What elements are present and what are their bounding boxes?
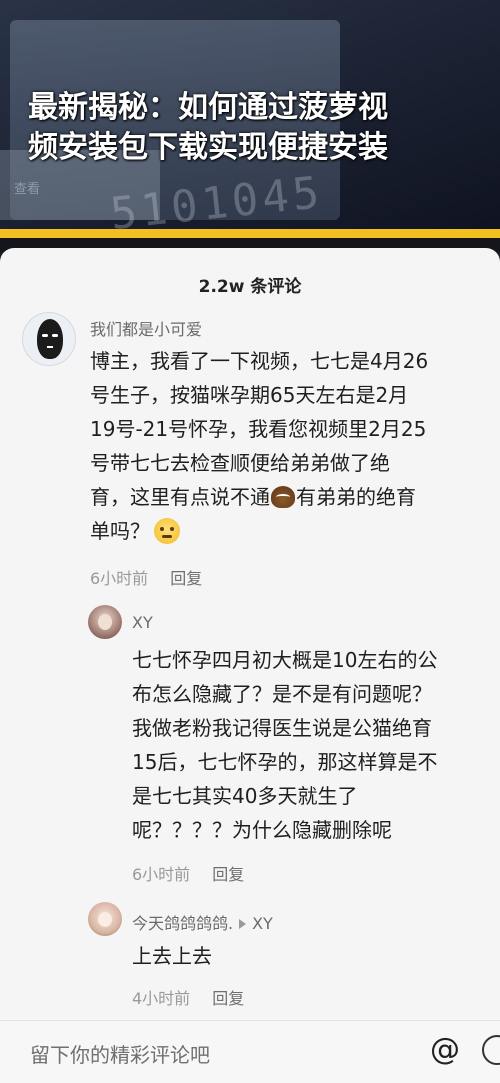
at-mention-icon[interactable]: @ <box>428 1033 462 1067</box>
reply-button[interactable]: 回复 <box>170 569 202 588</box>
reply-arrow-icon <box>239 919 247 929</box>
mask-face-icon <box>37 319 63 359</box>
video-banner: 查看 5101045 最新揭秘：如何通过菠萝视 频安装包下载实现便捷安装 <box>0 0 500 236</box>
comment-username[interactable]: XY <box>132 613 153 632</box>
comments-count-title: 2.2w 条评论 <box>198 277 302 297</box>
comment-line: 单吗？ <box>90 514 485 548</box>
comment-input[interactable]: 留下你的精彩评论吧 <box>30 1039 210 1068</box>
accent-strip <box>0 229 500 238</box>
comment-body[interactable]: 博主，我看了一下视频，七七是4月26 号生子，按猫咪孕期65天左右是2月 19号… <box>90 344 485 548</box>
blurred-view-label: 查看 <box>14 182 41 197</box>
comment-meta: 4小时前 回复 <box>132 985 244 1009</box>
comment-username[interactable]: 今天鸽鸽鸽鸽. <box>132 914 233 933</box>
comment-line: 19号-21号怀孕，我看您视频里2月25 <box>90 417 427 441</box>
comment-line: 布怎么隐藏了？是不是有问题呢？ <box>132 682 432 706</box>
thinking-emoji-icon <box>154 518 180 544</box>
headline-line-2: 频安装包下载实现便捷安装 <box>28 130 388 165</box>
reply-target-username[interactable]: XY <box>252 914 273 933</box>
comment-time: 6小时前 <box>132 865 191 884</box>
comment-text-segment: 有弟弟的绝育 <box>296 485 416 509</box>
headline-title: 最新揭秘：如何通过菠萝视 频安装包下载实现便捷安装 <box>28 88 488 168</box>
comment-meta: 6小时前 回复 <box>90 565 202 589</box>
comment-line: 七七怀孕四月初大概是10左右的公 <box>132 648 438 672</box>
comment-meta: 6小时前 回复 <box>132 861 244 885</box>
comment-line: 育，这里有点说不通 有弟弟的绝育 <box>90 480 485 514</box>
comment-line: 上去上去 <box>132 944 212 968</box>
user-face-icon <box>98 912 112 927</box>
comment-line: 号带七七去检查顺便给弟弟做了绝 <box>90 451 390 475</box>
comment-line: 15后，七七怀孕的，那这样算是不 <box>132 750 438 774</box>
avatar[interactable] <box>88 605 122 639</box>
comment-line: 博主，我看了一下视频，七七是4月26 <box>90 349 429 373</box>
comment-text-segment: 育，这里有点说不通 <box>90 485 270 509</box>
reply-button[interactable]: 回复 <box>212 989 244 1008</box>
comment-line: 号生子，按猫咪孕期65天左右是2月 <box>90 383 409 407</box>
headline-line-1: 最新揭秘：如何通过菠萝视 <box>28 90 388 125</box>
comment-input-bar: 留下你的精彩评论吧 @ <box>0 1020 500 1083</box>
comments-sheet: 2.2w 条评论 我们都是小可爱 博主，我看了一下视频，七七是4月26 号生子，… <box>0 248 500 1083</box>
comment-line: 呢？？？？为什么隐藏删除呢 <box>132 818 392 842</box>
comment-line: 是七七其实40多天就生了 <box>132 784 358 808</box>
poop-emoji-icon <box>271 486 295 508</box>
comment-line: 我做老粉我记得医生说是公猫绝育 <box>132 716 432 740</box>
avatar[interactable] <box>88 902 122 936</box>
user-face-icon <box>98 614 112 630</box>
comment-username-with-reply: 今天鸽鸽鸽鸽. XY <box>132 910 273 934</box>
emoji-icon[interactable] <box>482 1035 500 1065</box>
comment-username[interactable]: 我们都是小可爱 <box>90 316 202 340</box>
comment-body[interactable]: 七七怀孕四月初大概是10左右的公 布怎么隐藏了？是不是有问题呢？ 我做老粉我记得… <box>132 643 492 847</box>
avatar[interactable] <box>22 312 76 366</box>
comment-text-segment: 单吗？ <box>90 519 150 543</box>
reply-button[interactable]: 回复 <box>212 865 244 884</box>
comment-time: 4小时前 <box>132 989 191 1008</box>
comment-body[interactable]: 上去上去 <box>132 939 472 973</box>
comment-time: 6小时前 <box>90 569 149 588</box>
